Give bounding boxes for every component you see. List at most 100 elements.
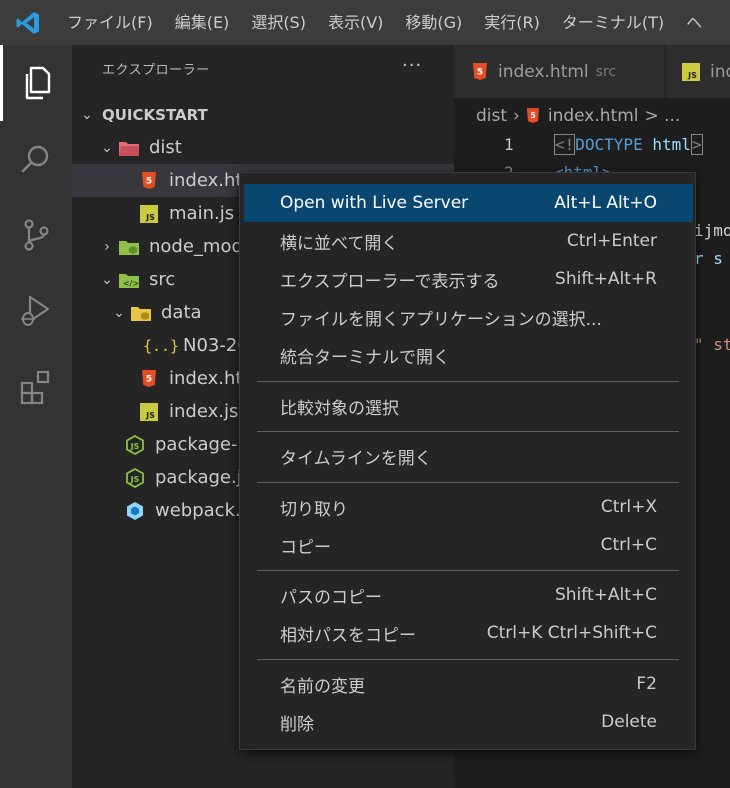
menu-separator bbox=[257, 482, 679, 483]
menu-item-rename[interactable]: 名前の変更 F2 bbox=[244, 665, 693, 703]
menu-item-open-timeline[interactable]: タイムラインを開く bbox=[244, 437, 693, 475]
menu-item-shortcut: Ctrl+X bbox=[600, 497, 657, 517]
menu-item-label: 横に並べて開く bbox=[280, 233, 399, 254]
folder-data-icon bbox=[130, 302, 152, 324]
section-title: QUICKSTART bbox=[102, 105, 208, 124]
js-file-icon: JS bbox=[682, 62, 700, 81]
menu-go[interactable]: 移動(G) bbox=[394, 0, 473, 45]
chevron-right-icon: › bbox=[513, 105, 520, 126]
menu-item-label: パスのコピー bbox=[280, 587, 382, 608]
menu-item-shortcut: Ctrl+C bbox=[600, 535, 657, 555]
svg-text:5: 5 bbox=[530, 111, 535, 120]
menu-item-open-live-server[interactable]: Open with Live Server Alt+L Alt+O bbox=[244, 184, 693, 222]
menu-item-cut[interactable]: 切り取り Ctrl+X bbox=[244, 488, 693, 526]
folder-node-icon bbox=[118, 236, 140, 258]
breadcrumb-folder[interactable]: dist bbox=[476, 106, 507, 126]
explorer-activity-button[interactable] bbox=[0, 45, 72, 121]
js-file-icon: JS bbox=[138, 203, 160, 225]
svg-text:JS: JS bbox=[130, 475, 140, 484]
menu-item-open-to-side[interactable]: 横に並べて開く Ctrl+Enter bbox=[244, 222, 693, 260]
menu-item-label: 相対パスをコピー bbox=[280, 625, 416, 646]
svg-text:JS: JS bbox=[145, 411, 155, 420]
svg-text:5: 5 bbox=[146, 375, 152, 385]
menu-item-shortcut: Alt+L Alt+O bbox=[554, 193, 657, 213]
menu-view[interactable]: 表示(V) bbox=[317, 0, 394, 45]
breadcrumb-file[interactable]: index.html bbox=[548, 106, 639, 126]
tab-label: index.html bbox=[498, 61, 589, 82]
extensions-icon bbox=[20, 370, 50, 405]
menu-item-label: コピー bbox=[280, 537, 331, 558]
chevron-down-icon: ⌄ bbox=[101, 271, 113, 288]
menu-item-label: ファイルを開くアプリケーションの選択... bbox=[280, 309, 602, 330]
extensions-activity-button[interactable] bbox=[0, 349, 72, 425]
menu-item-select-for-compare[interactable]: 比較対象の選択 bbox=[244, 387, 693, 425]
tree-item-dist[interactable]: ⌄ dist bbox=[72, 131, 454, 164]
menu-item-label: 比較対象の選択 bbox=[280, 398, 399, 419]
chevron-down-icon: ⌄ bbox=[113, 304, 125, 321]
menu-item-label: Open with Live Server bbox=[280, 193, 469, 213]
svg-text:JS: JS bbox=[130, 442, 140, 451]
files-icon bbox=[25, 66, 50, 100]
chevron-right-icon: › bbox=[104, 238, 110, 255]
tree-item-label: dist bbox=[149, 137, 182, 158]
menu-file[interactable]: ファイル(F) bbox=[56, 0, 164, 45]
svg-text:</>: </> bbox=[123, 279, 139, 288]
menu-item-label: 切り取り bbox=[280, 499, 348, 520]
menu-terminal[interactable]: ターミナル(T) bbox=[551, 0, 675, 45]
node-file-icon: JS bbox=[124, 434, 146, 456]
menu-item-label: 削除 bbox=[280, 714, 314, 735]
svg-text:JS: JS bbox=[145, 213, 155, 222]
menu-item-label: タイムラインを開く bbox=[280, 448, 432, 469]
source-control-icon bbox=[24, 219, 49, 251]
more-actions-icon[interactable]: ··· bbox=[402, 55, 422, 76]
html-file-icon: 5 bbox=[472, 62, 488, 81]
menu-item-open-in-terminal[interactable]: 統合ターミナルで開く bbox=[244, 336, 693, 374]
js-file-icon: JS bbox=[138, 401, 160, 423]
svg-text:5: 5 bbox=[146, 177, 152, 187]
menu-item-copy[interactable]: コピー Ctrl+C bbox=[244, 526, 693, 564]
menu-item-label: 名前の変更 bbox=[280, 676, 365, 697]
tab-label: index.js bbox=[710, 61, 730, 82]
menu-item-shortcut: Ctrl+Enter bbox=[566, 231, 657, 251]
html-file-icon: 5 bbox=[526, 107, 540, 124]
code-fragment: ijmo bbox=[694, 221, 730, 240]
breadcrumb-rest: > ... bbox=[644, 105, 681, 126]
chevron-down-icon: ⌄ bbox=[81, 106, 93, 123]
tree-item-label: data bbox=[161, 302, 202, 323]
node-file-icon: JS bbox=[124, 467, 146, 489]
code-line-1: <!DOCTYPE html> bbox=[554, 134, 703, 155]
folder-src-icon: </> bbox=[118, 269, 140, 291]
menu-item-shortcut: F2 bbox=[636, 674, 657, 694]
menu-item-shortcut: Ctrl+K Ctrl+Shift+C bbox=[486, 623, 657, 643]
title-bar: ファイル(F) 編集(E) 選択(S) 表示(V) 移動(G) 実行(R) ター… bbox=[0, 0, 730, 45]
menu-item-open-with[interactable]: ファイルを開くアプリケーションの選択... bbox=[244, 298, 693, 336]
menu-item-copy-relative-path[interactable]: 相対パスをコピー Ctrl+K Ctrl+Shift+C bbox=[244, 614, 693, 652]
tree-item-label: index.js bbox=[169, 401, 239, 422]
menu-edit[interactable]: 編集(E) bbox=[164, 0, 241, 45]
menu-help[interactable]: ヘ bbox=[675, 0, 713, 45]
tab-index-js[interactable]: JS index.js bbox=[666, 45, 730, 98]
code-fragment: r s bbox=[694, 249, 723, 268]
line-number: 1 bbox=[504, 135, 514, 154]
menu-item-reveal-in-explorer[interactable]: エクスプローラーで表示する Shift+Alt+R bbox=[244, 260, 693, 298]
search-activity-button[interactable] bbox=[0, 121, 72, 197]
chevron-down-icon: ⌄ bbox=[101, 139, 113, 156]
menu-separator bbox=[257, 381, 679, 382]
tab-description: src bbox=[595, 63, 617, 80]
tree-item-label: main.js bbox=[169, 203, 235, 224]
menu-selection[interactable]: 選択(S) bbox=[240, 0, 317, 45]
html-file-icon: 5 bbox=[138, 368, 160, 390]
code-fragment: " st bbox=[694, 335, 730, 354]
menu-item-label: 統合ターミナルで開く bbox=[280, 347, 450, 368]
tab-index-html[interactable]: 5 index.html src bbox=[454, 45, 664, 98]
context-menu: Open with Live Server Alt+L Alt+O 横に並べて開… bbox=[239, 172, 696, 750]
html-file-icon: 5 bbox=[138, 170, 160, 192]
menu-item-copy-path[interactable]: パスのコピー Shift+Alt+C bbox=[244, 576, 693, 614]
run-debug-activity-button[interactable] bbox=[0, 273, 72, 349]
menu-run[interactable]: 実行(R) bbox=[473, 0, 551, 45]
menu-item-delete[interactable]: 削除 Delete bbox=[244, 703, 693, 741]
sidebar-title: エクスプローラー bbox=[102, 63, 210, 78]
section-header-quickstart[interactable]: ⌄ QUICKSTART bbox=[72, 98, 454, 131]
source-control-activity-button[interactable] bbox=[0, 197, 72, 273]
svg-text:JS: JS bbox=[687, 71, 697, 80]
